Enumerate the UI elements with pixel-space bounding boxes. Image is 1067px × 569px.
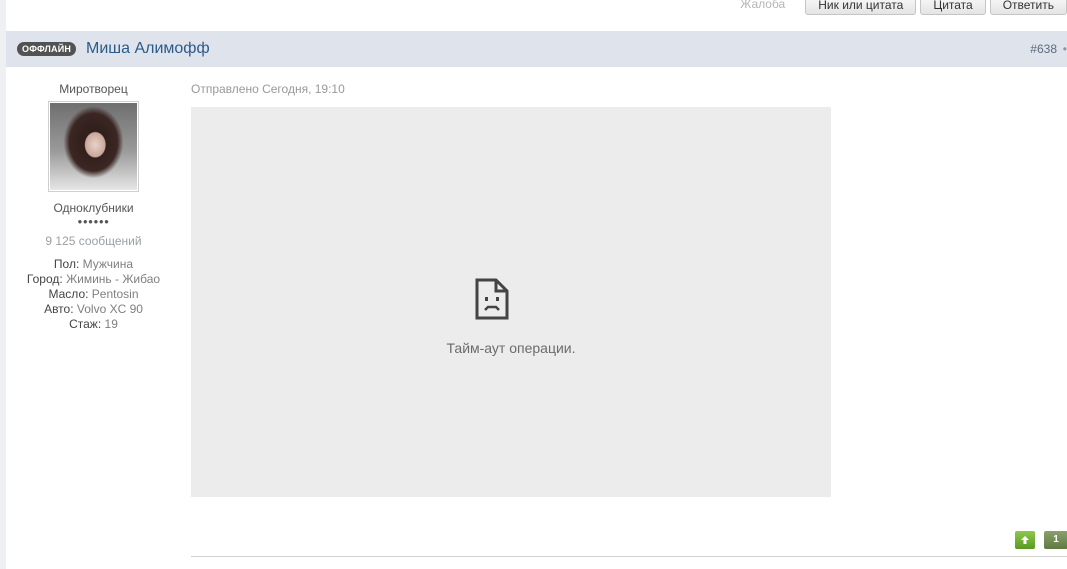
nick-or-quote-button[interactable]: Ник или цитата [805,0,917,15]
profile-field-car: Авто: Volvo XC 90 [44,302,143,316]
embedded-content-frame[interactable]: Тайм-аут операции. [191,107,831,497]
arrow-up-icon [1021,536,1029,544]
rank-pips: ●●●●●● [77,217,110,226]
user-group: Одноклубники [53,201,134,215]
post-actions-bar: Жалоба Ник или цитата Цитата Ответить [740,0,1067,15]
embed-error-message: Тайм-аут операции. [446,340,576,356]
post-header: ОФФЛАЙН Миша Алимофф #638 • [6,31,1067,67]
scroll-top-button[interactable] [1015,531,1035,549]
author-name-link[interactable]: Миша Алимофф [86,40,210,58]
profile-field-gender: Пол: Мужчина [53,257,134,271]
avatar-image [50,103,137,190]
post-number-link[interactable]: #638 [1030,42,1057,56]
broken-document-icon [475,278,509,320]
post-divider [191,556,1067,557]
post-date: Отправлено Сегодня, 19:10 [191,82,345,96]
profile-field-city: Город: Жиминь - Жибао [26,272,161,286]
profile-field-oil: Масло: Pentosin [48,287,139,301]
profile-field-experience: Стаж: 19 [69,317,118,331]
post-count-link[interactable]: 9 125 сообщений [6,234,181,248]
user-title: Миротворец [59,82,128,96]
reply-button[interactable]: Ответить [989,0,1067,15]
avatar[interactable] [48,101,139,192]
complaint-link[interactable]: Жалоба [740,0,785,15]
quote-button[interactable]: Цитата [920,0,986,15]
post-number-dot: • [1062,42,1067,56]
user-profile-fields: Пол: Мужчина Город: Жиминь - Жибао Масло… [6,257,181,332]
status-badge: ОФФЛАЙН [17,42,77,56]
page-number-button[interactable]: 1 [1044,531,1067,549]
